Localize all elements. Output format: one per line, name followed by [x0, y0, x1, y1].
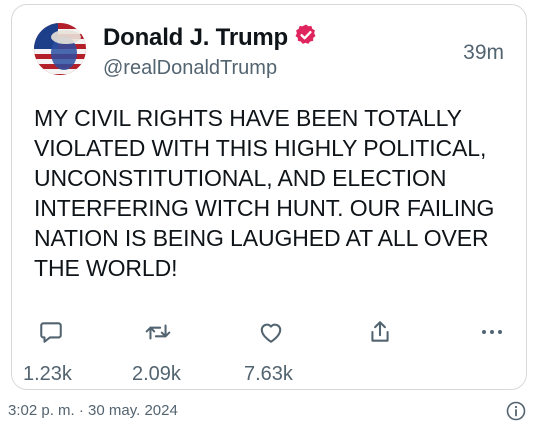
retweet-icon	[145, 324, 171, 340]
verified-badge-icon	[294, 23, 318, 52]
like-button[interactable]	[256, 317, 286, 347]
retweet-count: 2.09k	[132, 363, 181, 385]
more-icon	[482, 330, 502, 334]
avatar[interactable]	[34, 23, 86, 75]
timestamp-ago[interactable]: 39m	[463, 41, 504, 65]
share-button[interactable]	[365, 317, 395, 347]
display-name[interactable]: Donald J. Trump	[103, 24, 288, 52]
handle[interactable]: @realDonaldTrump	[103, 57, 277, 80]
more-button[interactable]	[477, 317, 507, 347]
share-icon	[371, 321, 389, 342]
post-date[interactable]: 3:02 p. m. · 30 may. 2024	[8, 402, 178, 419]
reply-button[interactable]	[36, 317, 66, 347]
heart-icon	[260, 323, 282, 343]
retweet-button[interactable]	[143, 317, 173, 347]
tweet-text: MY CIVIL RIGHTS HAVE BEEN TOTALLY VIOLAT…	[34, 105, 495, 281]
info-icon[interactable]	[505, 400, 527, 422]
reply-count: 1.23k	[23, 363, 72, 385]
like-count: 7.63k	[244, 363, 293, 385]
reply-icon	[40, 322, 62, 343]
tweet-card[interactable]: Donald J. Trump @realDonaldTrump 39m MY …	[11, 4, 527, 390]
